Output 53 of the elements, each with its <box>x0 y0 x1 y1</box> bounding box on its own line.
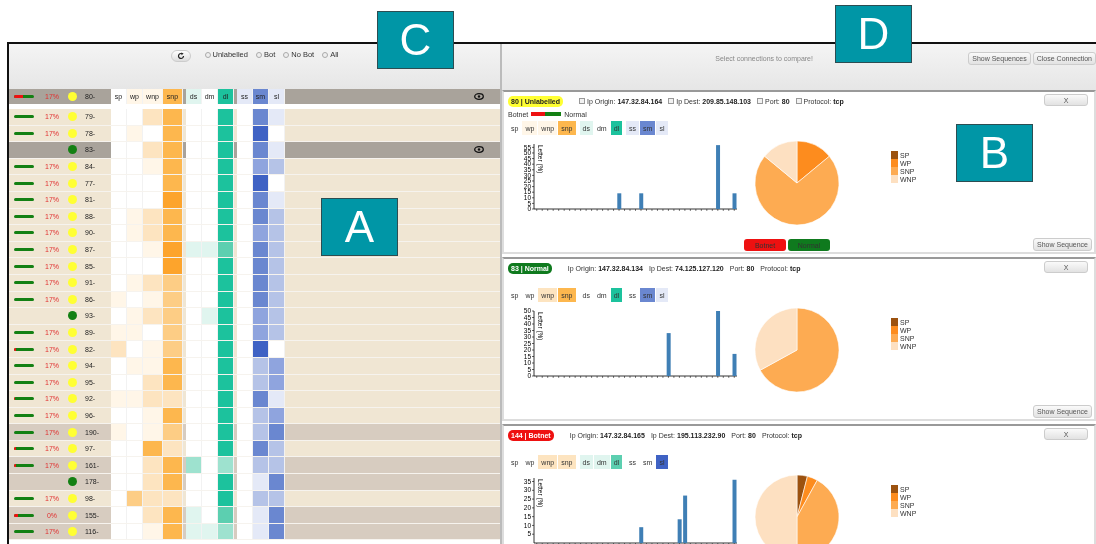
vote-bar <box>14 131 34 135</box>
vote-bar <box>14 95 34 98</box>
vote-bar <box>14 530 34 534</box>
vote-bar <box>14 380 34 384</box>
bar <box>716 145 721 209</box>
radio-button[interactable] <box>283 51 290 58</box>
bar <box>666 333 671 376</box>
eye-icon[interactable] <box>474 146 484 154</box>
vote-bar <box>14 115 34 119</box>
vote-bar <box>14 231 34 235</box>
checkbox[interactable] <box>757 98 763 104</box>
checkbox[interactable] <box>795 98 802 104</box>
vote-bar <box>14 430 34 434</box>
refresh-icon <box>176 52 185 60</box>
vote-bar <box>14 198 34 202</box>
callout-label: C <box>377 11 454 69</box>
bar <box>639 193 644 209</box>
eye-icon[interactable] <box>474 93 484 100</box>
vote-bar <box>14 281 34 285</box>
bar <box>716 311 721 376</box>
checkbox[interactable] <box>579 98 586 104</box>
bar <box>617 193 622 209</box>
radio-button[interactable] <box>322 51 329 58</box>
vote-bar <box>14 447 34 451</box>
callout-label: A <box>321 198 398 256</box>
refresh-button[interactable] <box>170 50 191 62</box>
vote-bar <box>14 397 34 401</box>
callout-label: B <box>956 124 1033 182</box>
vote-bar <box>14 214 34 218</box>
vote-bar <box>531 112 562 116</box>
checkbox[interactable] <box>668 98 675 104</box>
y-axis <box>531 143 535 210</box>
vote-bar <box>14 248 34 252</box>
bar <box>732 353 737 376</box>
vote-bar <box>14 496 34 500</box>
callout-label: D <box>835 5 912 63</box>
vote-bar <box>14 463 34 467</box>
vote-bar <box>14 165 34 169</box>
vote-bar <box>14 331 34 334</box>
vote-bar <box>14 264 34 268</box>
bar <box>639 527 644 543</box>
vote-bar <box>14 364 34 368</box>
bar <box>732 193 737 209</box>
vote-bar <box>14 181 34 185</box>
vote-bar <box>14 297 34 301</box>
vote-bar <box>14 414 34 417</box>
radio-button[interactable] <box>255 51 262 58</box>
bar <box>732 479 737 543</box>
y-axis <box>531 310 535 377</box>
vote-bar <box>14 513 34 517</box>
radio-button[interactable] <box>204 51 211 58</box>
y-axis <box>531 477 535 544</box>
vote-bar <box>14 347 34 351</box>
